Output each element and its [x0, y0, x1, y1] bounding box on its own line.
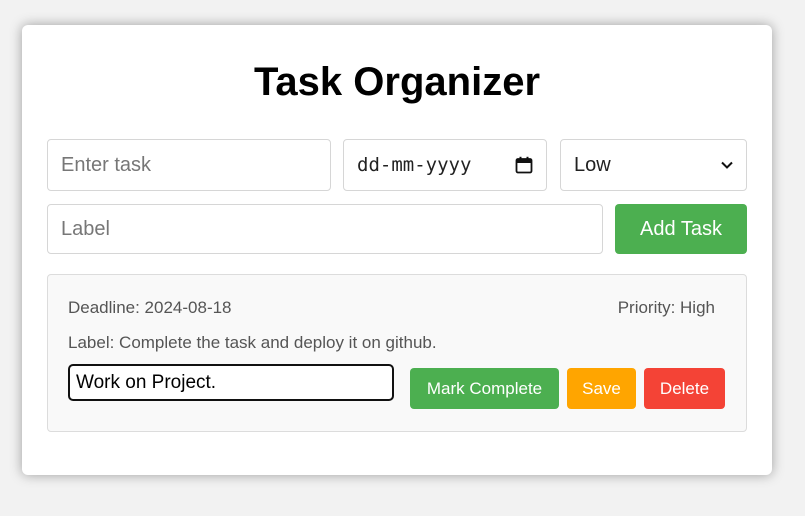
label-input[interactable]: [47, 204, 603, 254]
task-edit-input[interactable]: [68, 364, 394, 401]
task-item: Deadline: 2024-08-18 Priority: High Labe…: [47, 274, 747, 432]
priority-selected-value: Low: [574, 153, 611, 176]
task-deadline: Deadline: 2024-08-18: [68, 298, 232, 317]
date-placeholder: dd-mm-yyyy: [357, 154, 472, 176]
task-label: Label: Complete the task and deploy it o…: [68, 333, 437, 352]
priority-select[interactable]: Low: [560, 139, 747, 191]
chevron-down-icon: [721, 161, 733, 169]
delete-button[interactable]: Delete: [644, 368, 725, 409]
add-task-button[interactable]: Add Task: [615, 204, 747, 254]
deadline-date-input[interactable]: dd-mm-yyyy: [343, 139, 547, 191]
calendar-icon[interactable]: [515, 156, 533, 174]
task-input[interactable]: [47, 139, 331, 191]
task-priority: Priority: High: [617, 298, 715, 317]
page-title: Task Organizer: [253, 60, 541, 104]
mark-complete-button[interactable]: Mark Complete: [410, 368, 559, 409]
task-organizer-card: Task Organizer dd-mm-yyyy Low Add Task D…: [22, 25, 772, 475]
save-button[interactable]: Save: [567, 368, 636, 409]
